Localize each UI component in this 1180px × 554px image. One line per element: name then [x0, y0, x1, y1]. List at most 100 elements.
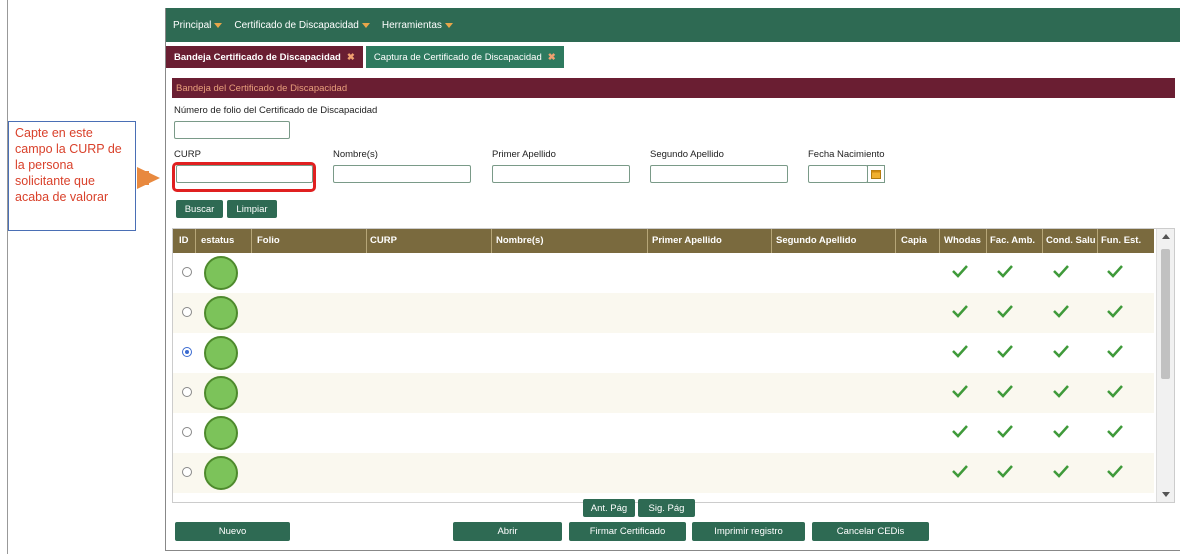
checkmark-icon — [1053, 345, 1069, 358]
table-row[interactable] — [173, 413, 1154, 453]
primer-apellido-label: Primer Apellido — [492, 149, 556, 160]
checkmark-icon — [997, 465, 1013, 478]
nav-certificado[interactable]: Certificado de Discapacidad — [234, 20, 370, 31]
col-cond-salu[interactable]: Cond. Salu — [1046, 235, 1096, 246]
tab-bandeja[interactable]: Bandeja Certificado de Discapacidad ✖ — [166, 46, 363, 68]
checkmark-icon — [997, 345, 1013, 358]
checkmark-icon — [997, 425, 1013, 438]
cancelar-cedis-button[interactable]: Cancelar CEDis — [812, 522, 929, 541]
tab-captura-label: Captura de Certificado de Discapacidad — [373, 51, 542, 63]
firmar-certificado-button[interactable]: Firmar Certificado — [569, 522, 686, 541]
status-indicator-icon — [204, 296, 238, 330]
col-id[interactable]: ID — [179, 235, 189, 246]
abrir-button[interactable]: Abrir — [453, 522, 562, 541]
col-separator — [1042, 229, 1043, 253]
row-select-radio[interactable] — [182, 307, 192, 317]
col-separator — [1097, 229, 1098, 253]
checkmark-icon — [952, 265, 968, 278]
checkmark-icon — [997, 305, 1013, 318]
segundo-apellido-label: Segundo Apellido — [650, 149, 724, 160]
tab-captura[interactable]: Captura de Certificado de Discapacidad ✖ — [365, 46, 564, 68]
row-select-radio[interactable] — [182, 347, 192, 357]
checkmark-icon — [997, 385, 1013, 398]
fecha-nacimiento-input[interactable] — [808, 165, 868, 183]
imprimir-registro-button[interactable]: Imprimir registro — [692, 522, 805, 541]
tab-bandeja-label: Bandeja Certificado de Discapacidad — [174, 51, 341, 63]
tab-bar: Bandeja Certificado de Discapacidad ✖ Ca… — [166, 46, 567, 68]
status-indicator-icon — [204, 456, 238, 490]
close-icon[interactable]: ✖ — [548, 52, 556, 63]
col-fac-amb[interactable]: Fac. Amb. — [990, 235, 1035, 246]
col-folio[interactable]: Folio — [257, 235, 280, 246]
scroll-thumb[interactable] — [1161, 249, 1170, 379]
nav-herramientas[interactable]: Herramientas — [382, 20, 453, 31]
nav-principal[interactable]: Principal — [173, 19, 223, 31]
table-row[interactable] — [173, 373, 1154, 413]
scroll-up-icon[interactable] — [1162, 234, 1170, 239]
next-page-button[interactable]: Sig. Pág — [638, 499, 695, 517]
calendar-icon[interactable] — [867, 165, 885, 183]
checkmark-icon — [1053, 385, 1069, 398]
close-icon[interactable]: ✖ — [347, 52, 355, 63]
col-curp[interactable]: CURP — [370, 235, 397, 246]
panel-title: Bandeja del Certificado de Discapacidad — [172, 78, 1175, 98]
table-row[interactable] — [173, 453, 1154, 493]
col-nombre[interactable]: Nombre(s) — [496, 235, 544, 246]
results-grid: ID estatus Folio CURP Nombre(s) Primer A… — [172, 228, 1175, 503]
checkmark-icon — [1053, 305, 1069, 318]
checkmark-icon — [1107, 265, 1123, 278]
curp-highlight-box — [172, 162, 316, 192]
prev-page-button[interactable]: Ant. Pág — [583, 499, 635, 517]
limpiar-button[interactable]: Limpiar — [227, 200, 277, 218]
folio-input[interactable] — [174, 121, 290, 139]
table-row[interactable] — [173, 253, 1154, 293]
col-fun-est[interactable]: Fun. Est. — [1101, 235, 1141, 246]
status-indicator-icon — [204, 336, 238, 370]
col-whodas[interactable]: Whodas — [944, 235, 981, 246]
instruction-callout: Capte en este campo la CURP de la person… — [8, 121, 136, 231]
row-select-radio[interactable] — [182, 267, 192, 277]
caret-down-icon — [214, 22, 223, 28]
col-separator — [647, 229, 648, 253]
curp-label: CURP — [174, 149, 201, 160]
nuevo-button[interactable]: Nuevo — [175, 522, 290, 541]
nav-certificado-label: Certificado de Discapacidad — [234, 19, 359, 31]
row-select-radio[interactable] — [182, 467, 192, 477]
checkmark-icon — [952, 465, 968, 478]
buscar-button[interactable]: Buscar — [176, 200, 223, 218]
nav-principal-label: Principal — [173, 19, 212, 31]
checkmark-icon — [1053, 265, 1069, 278]
col-segundo-apellido[interactable]: Segundo Apellido — [776, 235, 856, 246]
row-select-radio[interactable] — [182, 427, 192, 437]
nombre-input[interactable] — [333, 165, 471, 183]
col-separator — [771, 229, 772, 253]
segundo-apellido-input[interactable] — [650, 165, 788, 183]
checkmark-icon — [952, 345, 968, 358]
row-select-radio[interactable] — [182, 387, 192, 397]
caret-down-icon — [444, 22, 453, 28]
primer-apellido-input[interactable] — [492, 165, 630, 183]
checkmark-icon — [1107, 345, 1123, 358]
checkmark-icon — [952, 425, 968, 438]
status-indicator-icon — [204, 376, 238, 410]
checkmark-icon — [997, 265, 1013, 278]
status-indicator-icon — [204, 416, 238, 450]
col-separator — [986, 229, 987, 253]
table-row[interactable] — [173, 293, 1154, 333]
scroll-down-icon[interactable] — [1162, 492, 1170, 497]
col-separator — [195, 229, 196, 253]
fecha-nacimiento-label: Fecha Nacimiento — [808, 149, 885, 160]
col-estatus[interactable]: estatus — [201, 235, 234, 246]
checkmark-icon — [952, 305, 968, 318]
nav-herramientas-label: Herramientas — [381, 19, 442, 31]
checkmark-icon — [1107, 305, 1123, 318]
col-primer-apellido[interactable]: Primer Apellido — [652, 235, 722, 246]
col-capia[interactable]: Capia — [901, 235, 927, 246]
col-separator — [251, 229, 252, 253]
app-window: Principal Certificado de Discapacidad He… — [165, 8, 1180, 551]
grid-scrollbar[interactable] — [1156, 229, 1174, 502]
col-separator — [939, 229, 940, 253]
table-row[interactable] — [173, 333, 1154, 373]
arrow-right-icon — [137, 167, 160, 189]
checkmark-icon — [1107, 425, 1123, 438]
